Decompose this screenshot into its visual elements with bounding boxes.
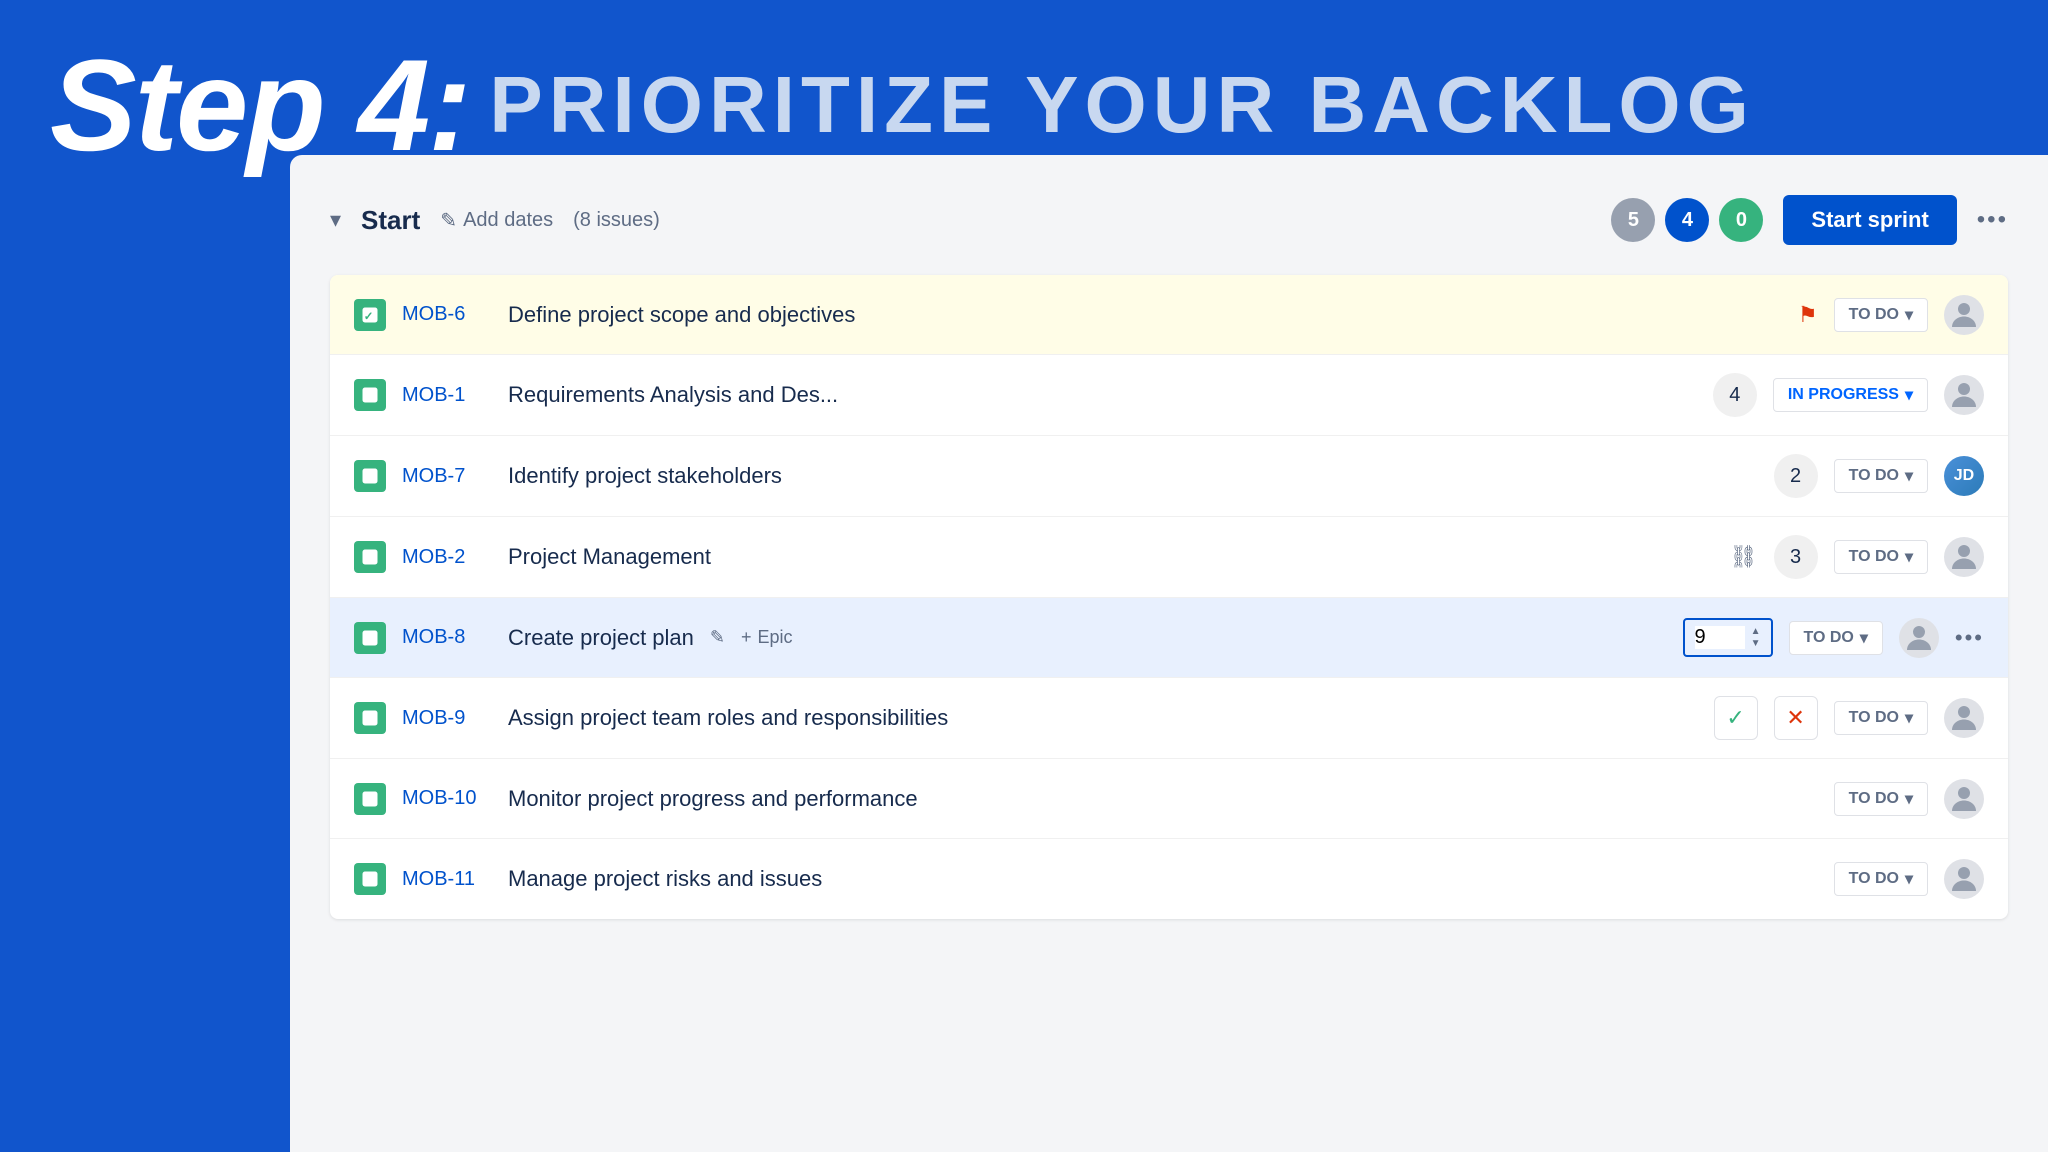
sprint-header: ▾ Start ✎ Add dates (8 issues) 5 4 0 Sta… bbox=[330, 185, 2008, 255]
issue-id[interactable]: MOB-6 bbox=[402, 303, 492, 326]
table-row: MOB-11 Manage project risks and issues T… bbox=[330, 839, 2008, 919]
issue-id[interactable]: MOB-11 bbox=[402, 868, 492, 891]
step-label: Step 4: bbox=[50, 40, 469, 170]
issue-type-icon bbox=[354, 863, 386, 895]
svg-text:✓: ✓ bbox=[364, 311, 373, 323]
issue-type-icon bbox=[354, 379, 386, 411]
issue-title: Assign project team roles and responsibi… bbox=[508, 705, 1095, 731]
avatar bbox=[1944, 698, 1984, 738]
collapse-icon[interactable]: ▾ bbox=[330, 207, 341, 233]
issue-id[interactable]: MOB-1 bbox=[402, 384, 492, 407]
badge-done: 0 bbox=[1719, 198, 1763, 242]
edit-dates-button[interactable]: ✎ Add dates bbox=[440, 208, 553, 233]
avatar bbox=[1899, 618, 1939, 658]
sprint-title: Start bbox=[361, 205, 420, 236]
edit-pencil-icon[interactable]: ✎ bbox=[710, 627, 725, 648]
avatar bbox=[1944, 537, 1984, 577]
issue-title-text: Create project plan bbox=[508, 625, 694, 651]
status-badge[interactable]: TO DO ▾ bbox=[1834, 459, 1928, 493]
status-badge[interactable]: IN PROGRESS ▾ bbox=[1773, 378, 1928, 412]
issue-type-icon bbox=[354, 783, 386, 815]
table-row: MOB-2 Project Management ⛓ 3 TO DO ▾ bbox=[330, 517, 2008, 598]
confirm-button[interactable]: ✓ bbox=[1714, 696, 1758, 740]
issue-id[interactable]: MOB-8 bbox=[402, 626, 492, 649]
pencil-icon: ✎ bbox=[440, 208, 457, 233]
issue-type-icon bbox=[354, 622, 386, 654]
sp-up-arrow[interactable]: ▲ bbox=[1751, 627, 1761, 637]
issue-type-icon bbox=[354, 541, 386, 573]
cancel-button[interactable]: ✕ bbox=[1774, 696, 1818, 740]
table-row: MOB-10 Monitor project progress and perf… bbox=[330, 759, 2008, 839]
status-badge[interactable]: TO DO ▾ bbox=[1834, 782, 1928, 816]
flag-icon: ⚑ bbox=[1798, 302, 1818, 328]
badge-total: 5 bbox=[1611, 198, 1655, 242]
table-row: ✓ MOB-6 Define project scope and objecti… bbox=[330, 275, 2008, 355]
issue-type-icon bbox=[354, 702, 386, 734]
story-points-input[interactable]: ▲ ▼ bbox=[1683, 618, 1773, 657]
issue-type-icon: ✓ bbox=[354, 299, 386, 331]
badge-inprogress: 4 bbox=[1665, 198, 1709, 242]
table-row: MOB-1 Requirements Analysis and Des... 4… bbox=[330, 355, 2008, 436]
step-subtitle: PRIORITIZE YOUR BACKLOG bbox=[489, 65, 1754, 145]
issue-title: Define project scope and objectives bbox=[508, 302, 1782, 328]
avatar bbox=[1944, 859, 1984, 899]
main-panel: ▾ Start ✎ Add dates (8 issues) 5 4 0 Sta… bbox=[290, 155, 2048, 1152]
table-row: MOB-8 Create project plan ✎ + Epic ▲ ▼ T… bbox=[330, 598, 2008, 678]
sprint-badges: 5 4 0 bbox=[1611, 198, 1763, 242]
story-points: 2 bbox=[1774, 454, 1818, 498]
table-row: MOB-7 Identify project stakeholders 2 TO… bbox=[330, 436, 2008, 517]
start-sprint-button[interactable]: Start sprint bbox=[1783, 195, 1956, 245]
story-points-field[interactable] bbox=[1695, 626, 1745, 649]
avatar bbox=[1944, 779, 1984, 819]
status-badge[interactable]: TO DO ▾ bbox=[1789, 621, 1883, 655]
story-points: 3 bbox=[1774, 535, 1818, 579]
issue-type-icon bbox=[354, 460, 386, 492]
issue-id[interactable]: MOB-2 bbox=[402, 546, 492, 569]
issue-title: Manage project risks and issues bbox=[508, 866, 1155, 892]
header-title: Step 4: PRIORITIZE YOUR BACKLOG bbox=[50, 40, 1998, 170]
avatar bbox=[1944, 295, 1984, 335]
issue-id[interactable]: MOB-10 bbox=[402, 787, 492, 810]
sp-down-arrow[interactable]: ▼ bbox=[1751, 639, 1761, 649]
table-row: MOB-9 Assign project team roles and resp… bbox=[330, 678, 2008, 759]
sp-arrows: ▲ ▼ bbox=[1751, 627, 1761, 649]
sprint-more-button[interactable]: ••• bbox=[1977, 206, 2008, 234]
avatar: JD bbox=[1944, 456, 1984, 496]
status-badge[interactable]: TO DO ▾ bbox=[1834, 862, 1928, 896]
issue-title: Identify project stakeholders bbox=[508, 463, 1125, 489]
issue-title: Monitor project progress and performance bbox=[508, 786, 1155, 812]
avatar bbox=[1944, 375, 1984, 415]
status-badge[interactable]: TO DO ▾ bbox=[1834, 701, 1928, 735]
issue-title-row: Create project plan ✎ + Epic bbox=[508, 625, 1079, 651]
issue-title: Requirements Analysis and Des... bbox=[508, 382, 1094, 408]
issues-table: ✓ MOB-6 Define project scope and objecti… bbox=[330, 275, 2008, 919]
add-epic-button[interactable]: + Epic bbox=[741, 627, 793, 648]
issue-id[interactable]: MOB-9 bbox=[402, 707, 492, 730]
status-badge[interactable]: TO DO ▾ bbox=[1834, 540, 1928, 574]
edit-dates-label: Add dates bbox=[463, 209, 553, 232]
story-points: 4 bbox=[1713, 373, 1757, 417]
issue-title: Project Management bbox=[508, 544, 1103, 570]
plus-icon: + bbox=[741, 627, 752, 648]
hierarchy-icon: ⛓ bbox=[1730, 544, 1758, 570]
issue-id[interactable]: MOB-7 bbox=[402, 465, 492, 488]
issues-count: (8 issues) bbox=[573, 209, 660, 232]
epic-label: Epic bbox=[758, 627, 793, 648]
row-more-button[interactable]: ••• bbox=[1955, 625, 1984, 651]
status-badge[interactable]: TO DO ▾ bbox=[1834, 298, 1928, 332]
